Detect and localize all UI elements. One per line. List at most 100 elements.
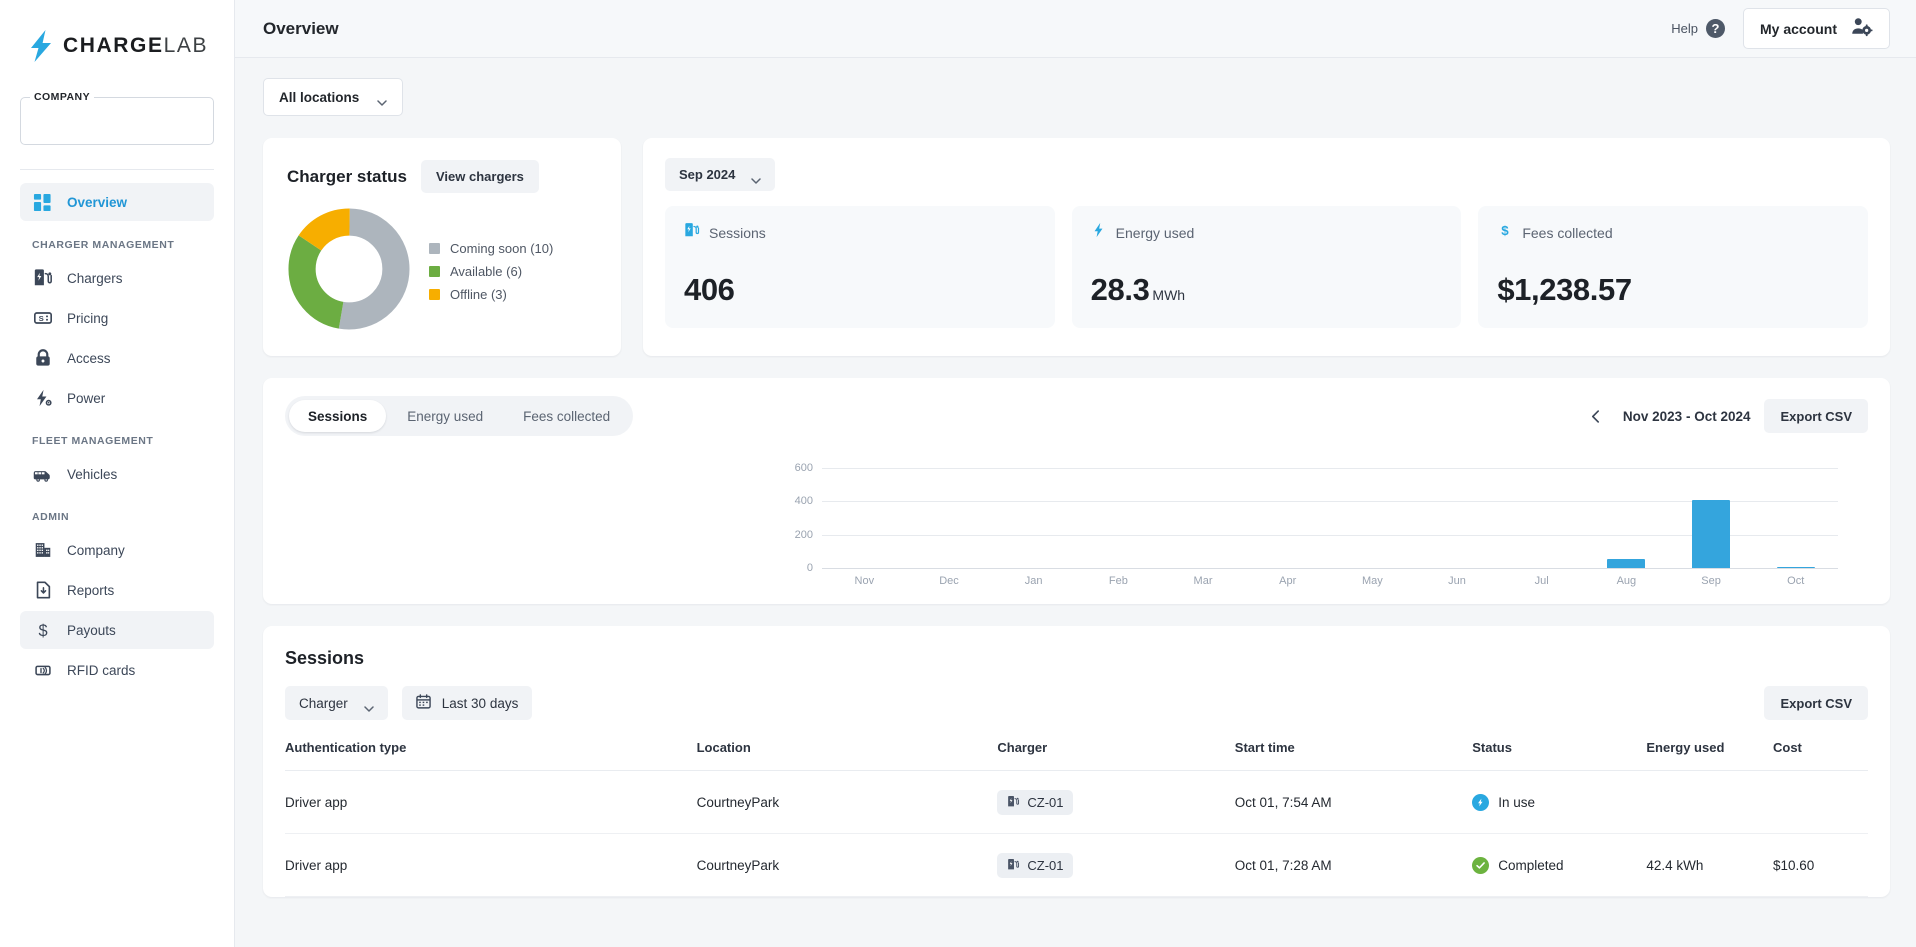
bar-slot-nov[interactable]: Nov — [822, 468, 907, 568]
sidebar-item-company[interactable]: Company — [20, 531, 214, 569]
sessions-bar-chart: 600 400 200 0 NovDecJanFebMarAprMayJunJu… — [285, 468, 1868, 590]
table-row[interactable]: Driver appCourtneyParkCZ-01Oct 01, 7:28 … — [285, 834, 1868, 897]
month-selector-dropdown[interactable]: Sep 2024 — [665, 158, 775, 191]
brand-bold: CHARGE — [63, 34, 164, 57]
metric-tile-header: Energy used — [1091, 222, 1443, 243]
metric-value-unit: MWh — [1152, 287, 1185, 303]
bar[interactable] — [1692, 500, 1730, 568]
metrics-card: Sep 2024 — [643, 138, 1890, 356]
bar-slot-feb[interactable]: Feb — [1076, 468, 1161, 568]
sidebar-divider — [20, 169, 214, 170]
charger-status-body: Coming soon (10) Available (6) Offline (… — [287, 207, 597, 336]
bar-slot-jan[interactable]: Jan — [991, 468, 1076, 568]
bar-slot-sep[interactable]: Sep — [1669, 468, 1754, 568]
charger-status-title: Charger status — [287, 167, 407, 187]
sidebar-item-label: Chargers — [67, 271, 123, 286]
sidebar-item-rfid-cards[interactable]: RFID cards — [20, 651, 214, 689]
sidebar-item-reports[interactable]: Reports — [20, 571, 214, 609]
chart-range-controls: Nov 2023 - Oct 2024 Export CSV — [1583, 399, 1868, 433]
usage-chart-card: Sessions Energy used Fees collected Nov … — [263, 378, 1890, 604]
sidebar-item-pricing[interactable]: S Pricing — [20, 299, 214, 337]
page-title: Overview — [263, 19, 339, 39]
tab-fees-collected[interactable]: Fees collected — [504, 400, 629, 432]
x-tick-label: Jul — [1499, 575, 1584, 587]
price-tag-icon: S — [32, 308, 53, 329]
legend-label: Coming soon (10) — [450, 241, 553, 256]
bar-slot-oct[interactable]: Oct — [1753, 468, 1838, 568]
charger-filter-dropdown[interactable]: Charger — [285, 686, 388, 720]
sidebar-item-payouts[interactable]: $ Payouts — [20, 611, 214, 649]
location-filter-row: All locations — [263, 58, 1890, 138]
legend-label: Offline (3) — [450, 287, 507, 302]
status-badge: Completed — [1472, 857, 1646, 874]
x-tick-label: Nov — [822, 575, 907, 587]
tab-energy-used[interactable]: Energy used — [388, 400, 502, 432]
view-chargers-button[interactable]: View chargers — [421, 160, 539, 193]
charger-chip[interactable]: CZ-01 — [997, 853, 1073, 878]
bar[interactable] — [1607, 559, 1645, 568]
chart-export-csv-button[interactable]: Export CSV — [1764, 399, 1868, 433]
column-header-location: Location — [697, 740, 998, 771]
chargelab-bolt-icon — [28, 30, 54, 62]
sidebar-item-vehicles[interactable]: Vehicles — [20, 455, 214, 493]
cell-authentication-type: Driver app — [285, 771, 697, 834]
charger-icon — [32, 268, 53, 289]
bar-slot-dec[interactable]: Dec — [907, 468, 992, 568]
sidebar-item-chargers[interactable]: Chargers — [20, 259, 214, 297]
sessions-table-head: Authentication type Location Charger Sta… — [285, 740, 1868, 771]
bar-slot-jun[interactable]: Jun — [1415, 468, 1500, 568]
sessions-export-csv-button[interactable]: Export CSV — [1764, 686, 1868, 720]
legend-item-available: Available (6) — [429, 264, 553, 279]
bolt-icon — [1091, 222, 1107, 243]
x-tick-label: May — [1330, 575, 1415, 587]
brand-logo[interactable]: CHARGELAB — [20, 0, 214, 62]
brand-wordmark: CHARGELAB — [63, 34, 208, 58]
help-button[interactable]: Help ? — [1671, 19, 1725, 38]
sidebar-item-overview[interactable]: Overview — [20, 183, 214, 221]
chart-tabs: Sessions Energy used Fees collected — [285, 396, 633, 436]
chart-plot-area: 600 400 200 0 NovDecJanFebMarAprMayJunJu… — [822, 468, 1838, 568]
charger-icon — [1007, 795, 1020, 811]
my-account-label: My account — [1760, 21, 1837, 37]
svg-text:S: S — [38, 314, 43, 323]
cell-location: CourtneyPark — [697, 834, 998, 897]
building-icon — [32, 540, 53, 561]
date-range-filter[interactable]: Last 30 days — [402, 686, 533, 720]
dollar-icon: $ — [32, 620, 53, 641]
company-field[interactable]: COMPANY — [20, 97, 214, 145]
metric-tile-value: 406 — [684, 272, 1036, 308]
cell-charger: CZ-01 — [997, 834, 1234, 897]
table-row[interactable]: Driver appCourtneyParkCZ-01Oct 01, 7:54 … — [285, 771, 1868, 834]
x-tick-label: Jun — [1415, 575, 1500, 587]
bar-slot-mar[interactable]: Mar — [1161, 468, 1246, 568]
company-input[interactable] — [21, 98, 213, 144]
chevron-left-icon[interactable] — [1583, 403, 1609, 429]
bar[interactable] — [1777, 567, 1815, 568]
chevron-down-icon — [751, 172, 761, 178]
bar-slot-may[interactable]: May — [1330, 468, 1415, 568]
bar-slot-aug[interactable]: Aug — [1584, 468, 1669, 568]
bar-slot-jul[interactable]: Jul — [1499, 468, 1584, 568]
van-icon — [32, 464, 53, 485]
metric-value-number: 28.3 — [1091, 272, 1150, 307]
sidebar-item-power[interactable]: Power — [20, 379, 214, 417]
sidebar-item-label: Payouts — [67, 623, 116, 638]
x-tick-label: Sep — [1669, 575, 1754, 587]
column-header-cost: Cost — [1773, 740, 1868, 771]
x-tick-label: Mar — [1161, 575, 1246, 587]
all-locations-dropdown[interactable]: All locations — [263, 78, 403, 116]
top-bar: Overview Help ? My account — [235, 0, 1916, 58]
date-range-label: Last 30 days — [442, 696, 519, 711]
cell-start-time: Oct 01, 7:28 AM — [1235, 834, 1472, 897]
charger-chip[interactable]: CZ-01 — [997, 790, 1073, 815]
x-tick-label: Feb — [1076, 575, 1161, 587]
legend-swatch — [429, 266, 440, 277]
usage-chart-header: Sessions Energy used Fees collected Nov … — [285, 396, 1868, 436]
my-account-button[interactable]: My account — [1743, 8, 1890, 49]
cell-location: CourtneyPark — [697, 771, 998, 834]
sidebar-item-label: Access — [67, 351, 111, 366]
sidebar-item-access[interactable]: Access — [20, 339, 214, 377]
app-root: CHARGELAB COMPANY Overview CHARGER MANAG… — [0, 0, 1916, 947]
bar-slot-apr[interactable]: Apr — [1245, 468, 1330, 568]
tab-sessions[interactable]: Sessions — [289, 400, 386, 432]
